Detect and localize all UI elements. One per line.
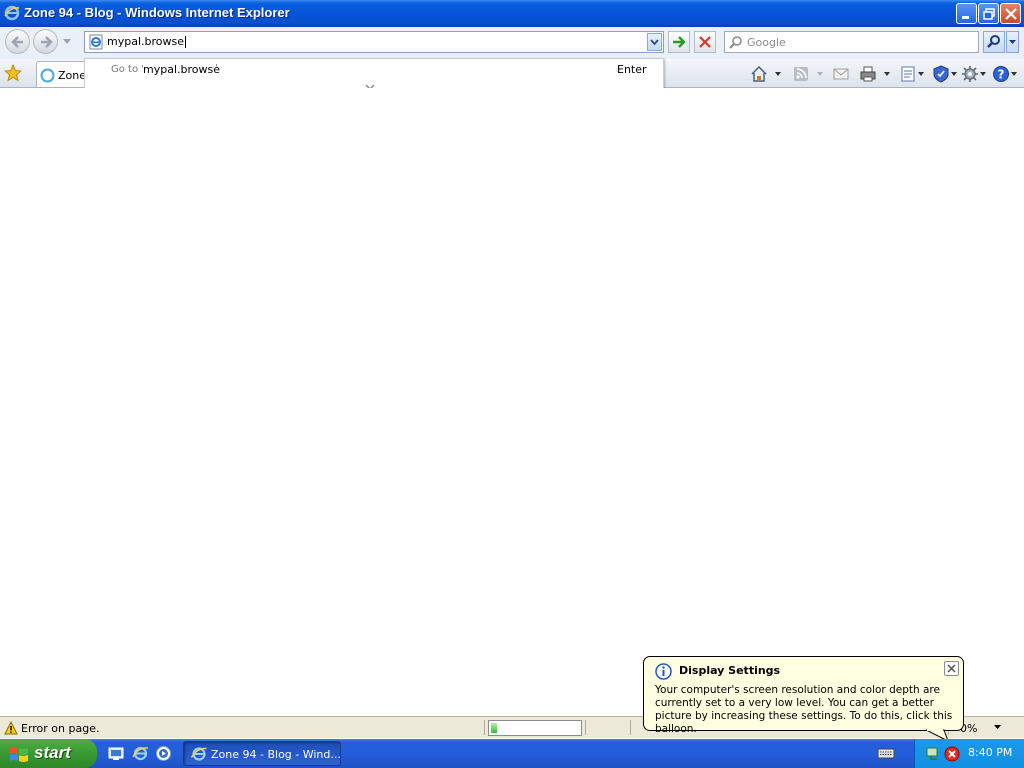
taskbar-button-label: Zone 94 - Blog - Wind...: [211, 748, 341, 761]
ie-icon[interactable]: [132, 745, 149, 762]
text-caret: [185, 36, 186, 48]
search-button[interactable]: [983, 31, 1005, 53]
search-icon: [729, 36, 742, 49]
address-input[interactable]: mypal.browse: [107, 35, 186, 48]
status-divider: [484, 720, 485, 735]
search-placeholder: Google: [747, 36, 786, 49]
favorites-star-icon[interactable]: [4, 64, 22, 82]
go-button[interactable]: [668, 31, 690, 53]
address-bar[interactable]: mypal.browse: [84, 31, 664, 53]
taskbar-button-ie[interactable]: Zone 94 - Blog - Wind...: [183, 741, 341, 766]
balloon-title: Display Settings: [679, 664, 781, 677]
ie-icon: [191, 747, 207, 761]
loading-icon: [40, 68, 55, 83]
balloon-message: Your computer's screen resolution and co…: [655, 684, 953, 735]
start-button[interactable]: start: [0, 739, 97, 768]
ie-icon: [4, 5, 20, 21]
progress-fill: [491, 723, 497, 733]
close-icon: [947, 664, 956, 673]
network-icon[interactable]: [925, 746, 941, 762]
suggestion-suffix: ': [215, 63, 218, 74]
title-bar[interactable]: Zone 94 - Blog - Windows Internet Explor…: [0, 0, 1024, 27]
safety-icon[interactable]: [932, 65, 960, 83]
progress-bar: [488, 720, 582, 736]
minimize-icon: [962, 16, 969, 19]
media-player-icon[interactable]: [155, 745, 172, 762]
suggestion-prefix: Go to ': [111, 64, 145, 75]
display-settings-balloon[interactable]: Display Settings Your computer's screen …: [643, 656, 964, 735]
address-text: mypal.browse: [107, 35, 184, 48]
chevron-down-icon[interactable]: [63, 39, 71, 45]
system-tray: 8:40 PM: [914, 739, 1024, 768]
help-icon[interactable]: ?: [992, 65, 1020, 83]
stop-button[interactable]: [694, 31, 716, 53]
home-icon[interactable]: [750, 65, 784, 83]
feeds-icon[interactable]: [792, 65, 826, 83]
show-desktop-icon[interactable]: [108, 745, 125, 762]
balloon-close-button[interactable]: [944, 661, 959, 676]
status-divider: [630, 720, 631, 735]
minimize-button[interactable]: [956, 3, 977, 24]
mail-icon[interactable]: [832, 65, 850, 83]
security-alert-icon[interactable]: [944, 746, 960, 762]
chevron-down-icon: [1009, 40, 1016, 44]
print-icon[interactable]: [859, 65, 893, 83]
keyboard-icon[interactable]: [877, 747, 895, 760]
close-button[interactable]: [1000, 3, 1021, 24]
back-button[interactable]: [5, 29, 30, 54]
back-arrow-icon: [11, 36, 23, 48]
page-content[interactable]: [0, 88, 1024, 716]
start-label: start: [34, 743, 71, 762]
info-icon: [655, 663, 672, 680]
restore-button[interactable]: [978, 3, 999, 24]
ie-page-icon: [89, 34, 103, 50]
suggestion-shortcut: Enter: [617, 63, 647, 76]
forward-button[interactable]: [33, 29, 58, 54]
svg-text:?: ?: [998, 68, 1005, 82]
windows-flag-icon: [10, 747, 28, 762]
search-box[interactable]: Google: [724, 31, 979, 53]
navigation-bar: mypal.browse Google: [0, 27, 1024, 59]
status-divider: [585, 720, 586, 735]
status-text[interactable]: Error on page.: [21, 722, 99, 735]
warning-icon[interactable]: [4, 721, 18, 735]
clock[interactable]: 8:40 PM: [968, 746, 1012, 759]
close-icon: [1005, 8, 1017, 20]
address-dropdown-button[interactable]: [647, 33, 662, 51]
suggestion-target[interactable]: mypal.browse: [143, 63, 220, 76]
forward-arrow-icon: [41, 36, 53, 48]
search-icon: [987, 35, 1000, 48]
chevron-down-icon: [650, 39, 659, 46]
tab-label: Zone: [58, 69, 87, 82]
window-title: Zone 94 - Blog - Windows Internet Explor…: [24, 5, 290, 20]
tools-icon[interactable]: [961, 65, 989, 83]
taskbar: start Zone 94 - Blog - Wind... 8:40 PM: [0, 739, 1024, 768]
restore-icon: [983, 8, 995, 20]
page-icon[interactable]: [899, 65, 927, 83]
search-options-button[interactable]: [1006, 31, 1019, 53]
stop-x-icon: [699, 36, 711, 48]
chevron-down-icon[interactable]: [994, 725, 1001, 730]
go-arrow-icon: [673, 36, 686, 48]
